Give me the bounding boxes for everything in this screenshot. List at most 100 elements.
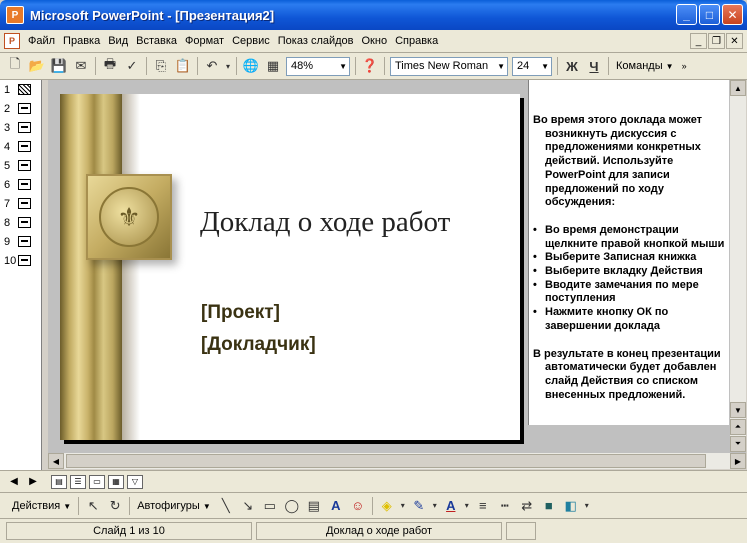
oval-icon[interactable]: ◯: [281, 495, 303, 517]
outline-slide-item[interactable]: 4: [0, 137, 41, 156]
arrow-style-icon[interactable]: ⇄: [516, 495, 538, 517]
commands-menu[interactable]: Команды ▼: [612, 60, 678, 72]
zoom-select[interactable]: 48% ▼: [286, 56, 350, 76]
outline-slide-item[interactable]: 2: [0, 99, 41, 118]
normal-view-icon[interactable]: ▤: [51, 474, 67, 489]
font-size-select[interactable]: 24 ▼: [512, 56, 552, 76]
menu-file[interactable]: Файл: [24, 35, 59, 47]
slide-icon: [18, 179, 31, 190]
wordart-icon[interactable]: A: [325, 495, 347, 517]
menu-help[interactable]: Справка: [391, 35, 442, 47]
slide-view-icon[interactable]: ▭: [89, 474, 105, 489]
slide-speaker-text[interactable]: [Докладчик]: [201, 334, 316, 356]
rectangle-icon[interactable]: ▭: [259, 495, 281, 517]
hyperlink-icon[interactable]: 🌐: [240, 55, 262, 77]
textbox-icon[interactable]: ▤: [303, 495, 325, 517]
minimize-button[interactable]: _: [676, 4, 697, 25]
maximize-button[interactable]: □: [699, 4, 720, 25]
email-icon[interactable]: ✉: [70, 55, 92, 77]
outline-slide-item[interactable]: 9: [0, 232, 41, 251]
chevron-down-icon: ▼: [63, 501, 72, 511]
clipart-icon[interactable]: ☺: [347, 495, 369, 517]
menu-insert[interactable]: Вставка: [132, 35, 181, 47]
scroll-right-icon[interactable]: ▶: [730, 453, 746, 469]
arrow-icon[interactable]: ↘: [237, 495, 259, 517]
commands-label: Команды: [616, 60, 663, 72]
paste-icon[interactable]: 📋: [172, 55, 194, 77]
outline-scroll-right-icon[interactable]: ▶: [25, 475, 41, 489]
spelling-icon[interactable]: ✓: [121, 55, 143, 77]
bold-button[interactable]: Ж: [561, 55, 583, 77]
rotate-icon[interactable]: ↻: [104, 495, 126, 517]
horizontal-scrollbar[interactable]: ◀ ▶: [48, 452, 746, 469]
fill-color-icon[interactable]: ◈: [376, 495, 398, 517]
chevron-down-icon[interactable]: ▾: [462, 495, 472, 517]
toolbar-separator: [95, 57, 96, 75]
next-slide-icon[interactable]: ⏷: [730, 436, 746, 452]
slideshow-view-icon[interactable]: ▽: [127, 474, 143, 489]
slide-canvas[interactable]: ⚜ Доклад о ходе работ [Проект] [Докладчи…: [60, 94, 520, 440]
outline-slide-item[interactable]: 3: [0, 118, 41, 137]
dash-style-icon[interactable]: ┅: [494, 495, 516, 517]
line-icon[interactable]: ╲: [215, 495, 237, 517]
toolbar-options-icon[interactable]: ▾: [582, 495, 592, 517]
save-icon[interactable]: 💾: [48, 55, 70, 77]
title-bar: P Microsoft PowerPoint - [Презентация2] …: [0, 0, 747, 30]
shadow-icon[interactable]: ■: [538, 495, 560, 517]
menu-edit[interactable]: Правка: [59, 35, 104, 47]
notes-bullet-list: Во время демонстрации щелкните правой кн…: [533, 224, 729, 334]
copy-icon[interactable]: ⎘: [150, 55, 172, 77]
outline-scroll-left-icon[interactable]: ◀: [6, 475, 22, 489]
scroll-left-icon[interactable]: ◀: [48, 453, 64, 469]
toolbar-options-icon[interactable]: »: [678, 61, 691, 71]
outline-slide-item[interactable]: 6: [0, 175, 41, 194]
outline-slide-item[interactable]: 8: [0, 213, 41, 232]
line-color-icon[interactable]: ✎: [408, 495, 430, 517]
close-button[interactable]: ✕: [722, 4, 743, 25]
print-icon[interactable]: 🖶: [99, 55, 121, 77]
font-size-value: 24: [517, 60, 530, 72]
slide-project-text[interactable]: [Проект]: [201, 302, 280, 324]
doc-restore-button[interactable]: ❐: [708, 33, 725, 49]
line-style-icon[interactable]: ≡: [472, 495, 494, 517]
menu-window[interactable]: Окно: [358, 35, 392, 47]
font-name-select[interactable]: Times New Roman ▼: [390, 56, 508, 76]
undo-dropdown-icon[interactable]: ▾: [223, 55, 233, 77]
chevron-down-icon[interactable]: ▾: [398, 495, 408, 517]
menu-slideshow[interactable]: Показ слайдов: [274, 35, 358, 47]
menu-format[interactable]: Формат: [181, 35, 228, 47]
3d-icon[interactable]: ◧: [560, 495, 582, 517]
doc-close-button[interactable]: ✕: [726, 33, 743, 49]
outline-view-icon[interactable]: ☰: [70, 474, 86, 489]
previous-slide-icon[interactable]: ⏶: [730, 419, 746, 435]
open-folder-icon[interactable]: 📂: [26, 55, 48, 77]
scroll-thumb[interactable]: [66, 454, 706, 468]
slide-sorter-icon[interactable]: ▦: [108, 474, 124, 489]
vertical-scrollbar[interactable]: ▲ ▼ ⏶ ⏷: [729, 80, 746, 452]
outline-slide-item[interactable]: 7: [0, 194, 41, 213]
outline-slide-item[interactable]: 1: [0, 80, 41, 99]
slide-title[interactable]: Доклад о ходе работ: [200, 206, 450, 239]
notes-pane[interactable]: Во время этого доклада может возникнуть …: [528, 80, 729, 425]
help-icon[interactable]: ❓: [359, 55, 381, 77]
chevron-down-icon[interactable]: ▾: [430, 495, 440, 517]
scroll-down-icon[interactable]: ▼: [730, 402, 746, 418]
select-pointer-icon[interactable]: ↖: [82, 495, 104, 517]
new-file-icon[interactable]: 🗋: [4, 55, 26, 77]
undo-icon[interactable]: ↶: [201, 55, 223, 77]
decorative-column: [60, 94, 122, 440]
actions-menu[interactable]: Действия ▼: [8, 500, 75, 512]
outline-slide-item[interactable]: 10: [0, 251, 41, 270]
document-icon[interactable]: P: [4, 33, 20, 49]
powerpoint-app-icon[interactable]: P: [6, 6, 24, 24]
insert-table-icon[interactable]: ▦: [262, 55, 284, 77]
underline-button[interactable]: Ч: [583, 55, 605, 77]
scroll-up-icon[interactable]: ▲: [730, 80, 746, 96]
doc-minimize-button[interactable]: _: [690, 33, 707, 49]
menu-tools[interactable]: Сервис: [228, 35, 274, 47]
menu-view[interactable]: Вид: [104, 35, 132, 47]
autoshapes-menu[interactable]: Автофигуры ▼: [133, 500, 215, 512]
font-color-icon[interactable]: A: [440, 495, 462, 517]
outline-slide-number: 1: [4, 83, 11, 96]
outline-slide-item[interactable]: 5: [0, 156, 41, 175]
